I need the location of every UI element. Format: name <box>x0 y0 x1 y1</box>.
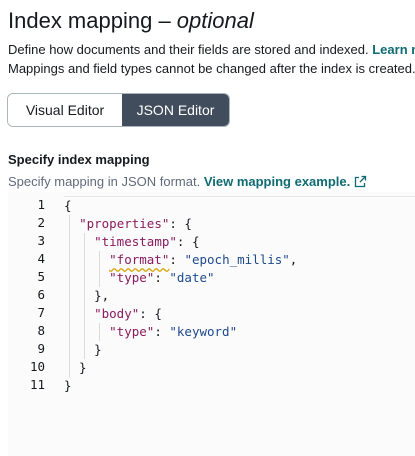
json-key: "timestamp" <box>94 234 177 249</box>
json-punctuation <box>64 324 109 339</box>
json-punctuation <box>64 216 79 231</box>
json-punctuation: : { <box>169 216 192 231</box>
json-punctuation: } <box>64 360 87 375</box>
json-punctuation: , <box>289 252 298 267</box>
code-line: } <box>64 341 415 359</box>
line-number: 9 <box>37 341 45 356</box>
json-key: "type" <box>109 270 155 285</box>
json-punctuation: }, <box>64 288 110 303</box>
line-number: 1 <box>37 197 45 212</box>
editor-mode-toggle: Visual Editor JSON Editor <box>7 93 230 127</box>
line-number: 6 <box>37 287 45 302</box>
code-line: } <box>64 359 415 377</box>
json-punctuation: { <box>64 198 72 213</box>
page-description: Define how documents and their fields ar… <box>8 40 415 78</box>
code-line: { <box>64 197 415 215</box>
line-number: 4 <box>37 251 45 266</box>
code-line: "body": { <box>64 305 415 323</box>
line-number: 11 <box>29 377 45 392</box>
line-number: 5 <box>37 269 45 284</box>
json-key: "properties" <box>79 216 170 231</box>
json-punctuation: } <box>64 378 72 393</box>
json-punctuation: : <box>154 270 170 285</box>
json-editor-tab[interactable]: JSON Editor <box>122 94 229 126</box>
description-line1: Define how documents and their fields ar… <box>8 42 373 57</box>
code-line: "timestamp": { <box>64 233 415 251</box>
json-string: "date" <box>169 270 215 285</box>
hint-text: Specify mapping in JSON format. <box>8 174 204 189</box>
json-string: "epoch_millis" <box>184 252 290 267</box>
visual-editor-tab[interactable]: Visual Editor <box>8 94 122 126</box>
json-punctuation: : { <box>139 306 162 321</box>
line-number: 3 <box>37 233 45 248</box>
view-mapping-example-link[interactable]: View mapping example. <box>204 174 350 189</box>
learn-more-link[interactable]: Learn more <box>372 42 415 57</box>
json-punctuation: : { <box>176 234 200 249</box>
title-dash: – <box>152 8 177 33</box>
json-key: "format" <box>109 252 170 267</box>
page-title: Index mapping – optional <box>8 6 254 36</box>
title-optional: optional <box>176 8 254 33</box>
title-main: Index mapping <box>8 8 153 33</box>
code-line: "type": "keyword" <box>64 323 415 341</box>
code-line: "type": "date" <box>64 269 415 287</box>
code-line: "properties": { <box>64 215 415 233</box>
code-line: } <box>64 377 415 395</box>
json-string: "keyword" <box>169 324 238 339</box>
code-line: "format": "epoch_millis", <box>64 251 415 269</box>
json-punctuation <box>64 252 109 267</box>
external-link-icon[interactable] <box>354 175 367 188</box>
json-code-editor[interactable]: 1 2 3 4 5 6 7 8 9 10 11 { "properties": { "timesta… <box>8 192 415 456</box>
line-number-gutter: 1 2 3 4 5 6 7 8 9 10 11 <box>8 196 48 394</box>
line-number: 7 <box>37 305 45 320</box>
line-number: 10 <box>29 359 45 374</box>
section-label: Specify index mapping <box>8 152 150 167</box>
line-number: 2 <box>37 215 45 230</box>
json-punctuation: : <box>169 252 185 267</box>
description-line2: Mappings and field types cannot be chang… <box>8 61 415 76</box>
code-line: }, <box>64 287 415 305</box>
section-hint: Specify mapping in JSON format. View map… <box>8 174 367 189</box>
json-key: "type" <box>109 324 155 339</box>
json-punctuation: : <box>154 324 170 339</box>
line-number: 8 <box>37 323 45 338</box>
json-punctuation <box>64 270 109 285</box>
json-key: "body" <box>94 306 140 321</box>
code-content[interactable]: { "properties": { "timestamp": { "format… <box>64 196 415 395</box>
